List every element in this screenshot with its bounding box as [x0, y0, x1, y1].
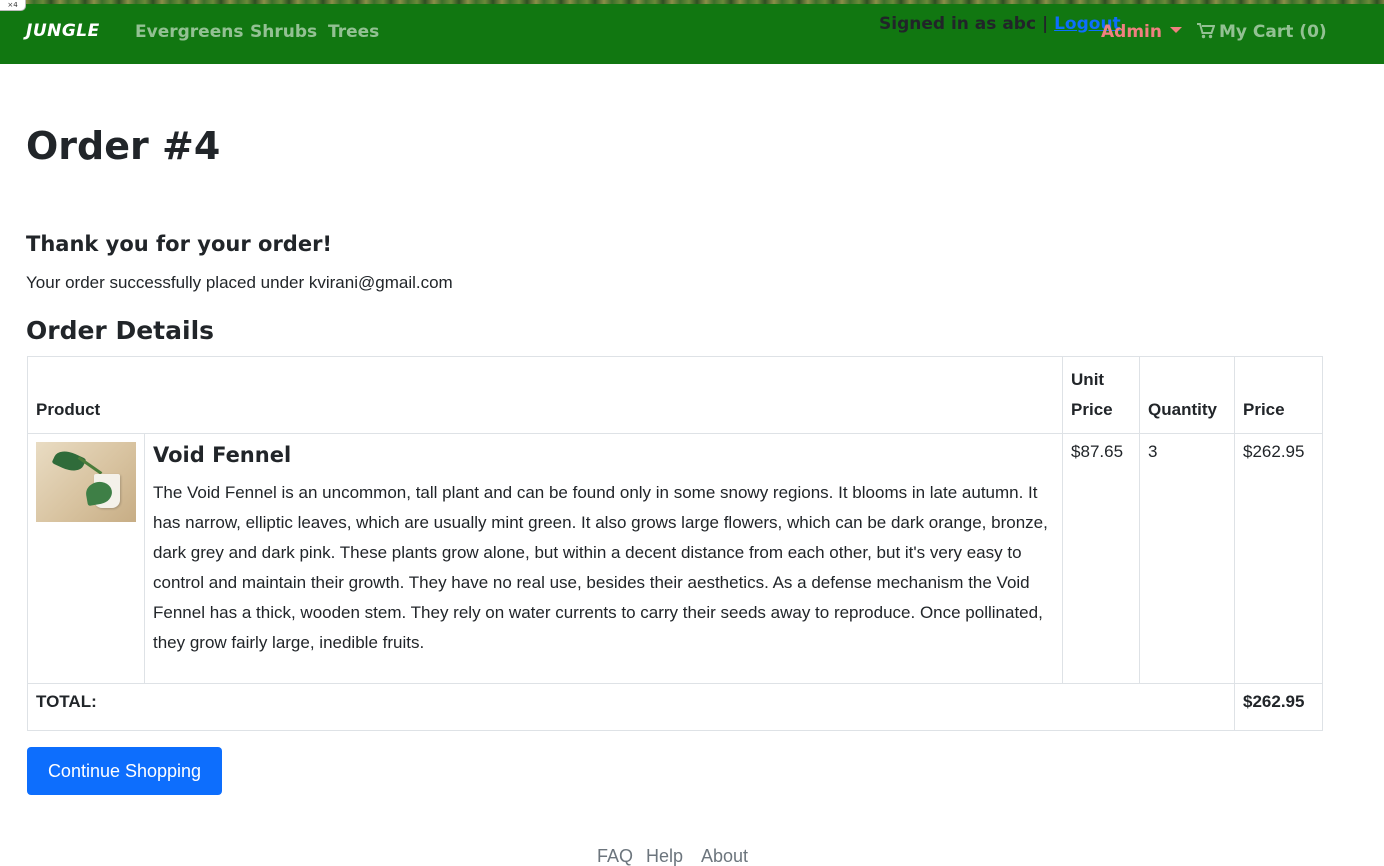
quantity-cell: 3: [1139, 433, 1235, 684]
table-row: Void Fennel The Void Fennel is an uncomm…: [27, 433, 1323, 684]
order-confirmation-text: Your order successfully placed under kvi…: [26, 273, 453, 292]
page-title: Order #4: [26, 124, 221, 168]
price-cell: $262.95: [1234, 433, 1323, 684]
order-details-table: Product Unit Price Quantity Price Void F…: [26, 356, 1323, 731]
header-product: Product: [26, 356, 1064, 434]
header-price: Price: [1234, 356, 1323, 434]
top-navbar: JUNGLE Evergreens Shrubs Trees Signed in…: [0, 0, 1384, 64]
thanks-heading: Thank you for your order!: [26, 232, 333, 256]
my-cart-link[interactable]: My Cart (0): [1197, 22, 1327, 42]
signed-in-text: Signed in as abc |: [879, 14, 1049, 34]
navbar-foliage-banner: [0, 0, 1384, 4]
total-row: TOTAL: $262.95: [27, 683, 1323, 731]
nav-link-trees[interactable]: Trees: [328, 22, 379, 42]
header-quantity: Quantity: [1139, 356, 1235, 434]
total-value: $262.95: [1234, 683, 1323, 731]
product-info-cell: Void Fennel The Void Fennel is an uncomm…: [143, 433, 1064, 684]
unit-price-cell: $87.65: [1062, 433, 1141, 684]
footer-link-faq[interactable]: FAQ: [597, 846, 633, 866]
total-label: TOTAL:: [27, 683, 1235, 731]
footer-link-help[interactable]: Help: [646, 846, 683, 866]
shopping-cart-icon: [1197, 23, 1216, 39]
product-name: Void Fennel: [153, 443, 292, 467]
footer-link-about[interactable]: About: [701, 846, 748, 866]
signed-in-status: Signed in as abc | Logout: [879, 14, 1121, 34]
table-header-row: Product Unit Price Quantity Price: [26, 356, 1323, 434]
brand-logo[interactable]: JUNGLE: [26, 21, 100, 41]
order-details-heading: Order Details: [26, 316, 215, 345]
nav-link-evergreens[interactable]: Evergreens: [135, 22, 243, 42]
header-unit-price: Unit Price: [1062, 356, 1141, 434]
admin-dropdown[interactable]: Admin: [1101, 22, 1182, 42]
nav-link-shrubs[interactable]: Shrubs: [250, 22, 317, 42]
product-description: The Void Fennel is an uncommon, tall pla…: [153, 483, 1048, 652]
product-image-cell: [27, 433, 145, 684]
product-image: [36, 442, 136, 522]
caret-down-icon: [1169, 27, 1182, 33]
admin-label: Admin: [1101, 22, 1162, 42]
continue-shopping-button[interactable]: Continue Shopping: [27, 747, 222, 795]
zoom-indicator: ×4: [0, 0, 26, 11]
cart-label: My Cart (0): [1219, 22, 1327, 42]
